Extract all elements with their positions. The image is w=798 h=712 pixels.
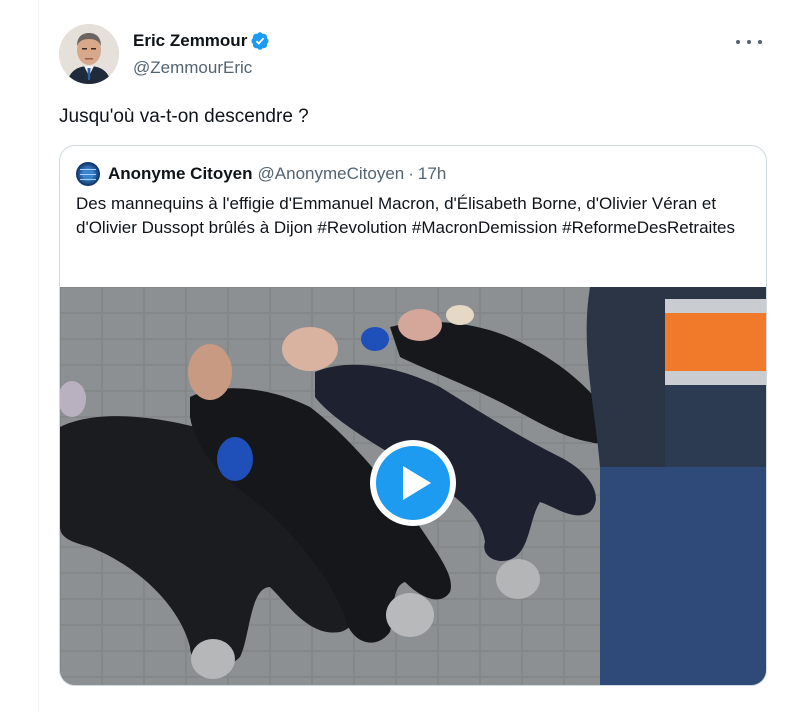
- verified-badge-icon[interactable]: [250, 31, 270, 51]
- tweet: Eric Zemmour @ZemmourEric Jusqu'où va-t-…: [38, 0, 798, 712]
- more-options-icon[interactable]: [736, 32, 762, 52]
- quoted-tweet[interactable]: Anonyme Citoyen @AnonymeCitoyen · 17h De…: [59, 145, 767, 686]
- author-avatar[interactable]: [59, 24, 119, 84]
- quoted-timestamp[interactable]: 17h: [418, 164, 446, 184]
- quoted-text: Des mannequins à l'effigie d'Emmanuel Ma…: [76, 192, 746, 240]
- tweet-author-row: Eric Zemmour @ZemmourEric: [59, 24, 798, 88]
- tweet-text: Jusqu'où va-t-on descendre ?: [59, 106, 309, 127]
- quoted-handle[interactable]: @AnonymeCitoyen: [258, 164, 405, 184]
- more-dot: [758, 40, 762, 44]
- author-name-block: Eric Zemmour @ZemmourEric: [133, 30, 270, 79]
- more-dot: [747, 40, 751, 44]
- quoted-separator: ·: [408, 164, 414, 183]
- quoted-author-avatar[interactable]: [76, 162, 100, 186]
- play-button[interactable]: [370, 440, 456, 526]
- hashtag-link[interactable]: #MacronDemission: [412, 218, 558, 237]
- hashtag-link[interactable]: #Revolution: [317, 218, 407, 237]
- video-media[interactable]: [60, 287, 766, 685]
- more-dot: [736, 40, 740, 44]
- author-display-name[interactable]: Eric Zemmour: [133, 30, 247, 52]
- play-icon: [376, 446, 450, 520]
- quoted-display-name[interactable]: Anonyme Citoyen: [108, 164, 253, 184]
- quoted-author-row: Anonyme Citoyen @AnonymeCitoyen · 17h: [76, 162, 446, 186]
- hashtag-link[interactable]: #ReformeDesRetraites: [562, 218, 735, 237]
- author-handle[interactable]: @ZemmourEric: [133, 57, 270, 79]
